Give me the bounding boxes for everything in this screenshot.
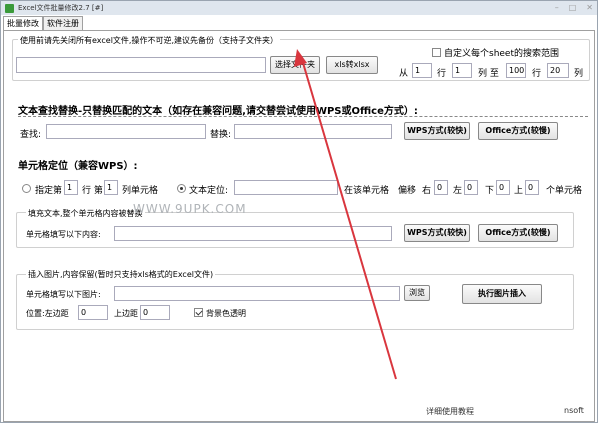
replace-section-title: 文本查找替换-只替换匹配的文本（如存在兼容问题,请交替尝试使用WPS或Offic… [18,106,418,117]
specify-cell-radio[interactable] [22,184,31,193]
tab-strip: 批量修改 软件注册 [3,16,83,30]
cell-section-title: 单元格定位（兼容WPS）: [18,161,138,172]
image-label: 单元格填写以下图片: [26,290,101,299]
browse-button[interactable]: 浏览 [404,285,430,301]
close-icon[interactable]: ✕ [586,3,593,12]
offset-up-label: 上 [514,186,524,196]
window-controls: – □ ✕ [555,3,593,12]
image-group-label: 插入图片,内容保留(暂时只支持xls格式的Excel文件) [26,269,216,280]
folder-path-input[interactable] [16,57,266,73]
tab-panel: 使用前请先关闭所有excel文件,操作不可逆,建议先备份（支持子文件夹） 选择文… [3,30,595,422]
find-input[interactable] [46,124,206,139]
range-to-row-input[interactable]: 100 [506,63,526,78]
left-margin-label: 位置:左边距 [26,309,69,318]
cell-col-label: 列单元格 [122,186,159,196]
offset-right-input[interactable]: 0 [434,180,448,195]
offset-right-label: 右 [422,186,432,196]
minimize-icon[interactable]: – [555,3,559,12]
offset-left-input[interactable]: 0 [464,180,478,195]
cell-row-label: 行 第 [82,186,103,196]
offset-left-label: 左 [453,186,463,196]
cell-row-input[interactable]: 1 [64,180,78,195]
text-locate-label: 文本定位: [189,186,229,196]
app-window: Excel文件批量修改2.7 [#] – □ ✕ 批量修改 软件注册 使用前请先… [0,0,598,423]
top-margin-input[interactable]: 0 [140,305,170,320]
transparent-bg-label: 背景色透明 [206,309,246,318]
range-row-label: 行 [437,69,447,79]
fill-content-label: 单元格填写以下内容: [26,230,101,239]
offset-unit-label: 个单元格 [546,186,583,196]
range-to-col-input[interactable]: 20 [547,63,569,78]
tab-register[interactable]: 软件注册 [43,16,83,30]
range-from-row-input[interactable]: 1 [412,63,432,78]
watermark: WWW.9UPK.COM [133,202,247,216]
image-path-input[interactable] [114,286,400,301]
range-from-col-input[interactable]: 1 [452,63,472,78]
range-col-to-label: 列 至 [478,69,499,79]
offset-label: 在该单元格 偏移 [344,186,417,196]
custom-sheet-checkbox[interactable] [432,48,441,57]
replace-office-button[interactable]: Office方式(较慢) [478,122,558,140]
custom-sheet-label: 自定义每个sheet的搜索范围 [444,49,559,59]
replace-wps-button[interactable]: WPS方式(较快) [404,122,470,140]
xls-to-xlsx-button[interactable]: xls转xlsx [326,56,378,74]
select-folder-button[interactable]: 选择文件夹 [270,56,320,74]
offset-down-label: 下 [485,186,495,196]
left-margin-input[interactable]: 0 [78,305,108,320]
top-margin-label: 上边距 [114,309,138,318]
help-link[interactable]: 详细使用教程 [426,406,474,417]
replace-input[interactable] [234,124,392,139]
offset-up-input[interactable]: 0 [525,180,539,195]
text-locate-input[interactable] [234,180,338,195]
specify-cell-label: 指定第 [35,186,63,196]
folder-group-label: 使用前请先关闭所有excel文件,操作不可逆,建议先备份（支持子文件夹） [18,35,281,46]
exec-image-insert-button[interactable]: 执行图片插入 [462,284,542,304]
maximize-icon[interactable]: □ [569,3,577,12]
app-icon [5,3,14,13]
range-row2-label: 行 [532,69,542,79]
window-title: Excel文件批量修改2.7 [#] [18,4,104,12]
find-label: 查找: [20,130,42,140]
footer-brand: nsoft [564,406,584,415]
range-col2-label: 列 [574,69,584,79]
title-bar: Excel文件批量修改2.7 [#] – □ ✕ [1,1,597,15]
replace-label: 替换: [210,130,232,140]
range-from-label: 从 [399,69,409,79]
tab-batch-edit[interactable]: 批量修改 [3,16,43,30]
fill-wps-button[interactable]: WPS方式(较快) [404,224,470,242]
cell-col-input[interactable]: 1 [104,180,118,195]
fill-content-input[interactable] [114,226,392,241]
fill-group-label: 填充文本,整个单元格内容被替换 [26,208,145,219]
text-locate-radio[interactable] [177,184,186,193]
offset-down-input[interactable]: 0 [496,180,510,195]
fill-office-button[interactable]: Office方式(较慢) [478,224,558,242]
transparent-bg-checkbox[interactable] [194,308,203,317]
